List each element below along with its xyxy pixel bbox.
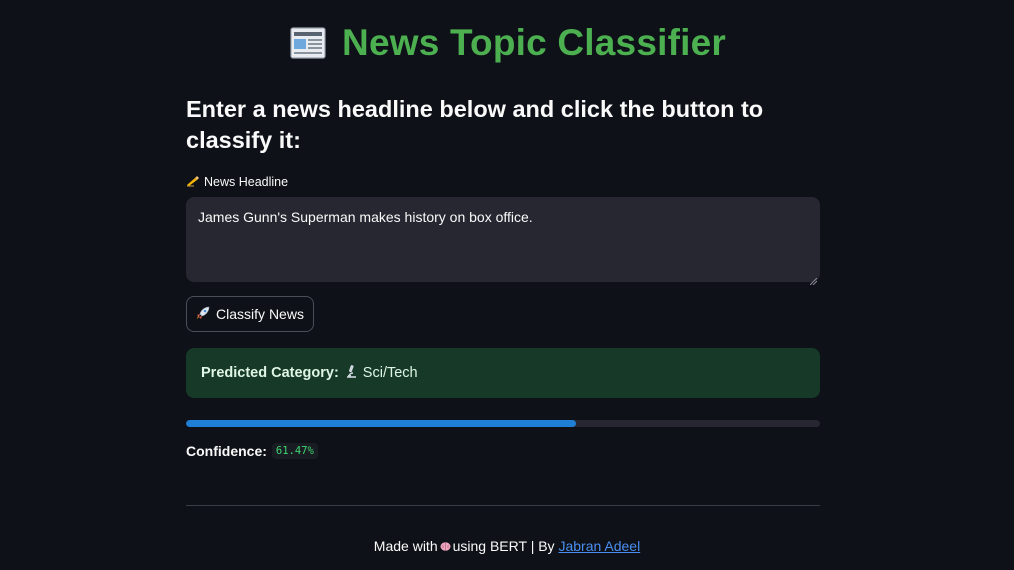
footer: Made with using BERT | By Jabran Adeel: [0, 538, 1014, 554]
page-title: News Topic Classifier: [342, 22, 726, 63]
headline-input[interactable]: James Gunn's Superman makes history on b…: [186, 197, 820, 286]
resize-grip-icon[interactable]: [809, 272, 818, 286]
author-link[interactable]: Jabran Adeel: [558, 538, 640, 554]
brain-icon: [440, 539, 451, 551]
footer-text-before: Made with: [373, 538, 438, 554]
predicted-category: Sci/Tech: [362, 365, 418, 381]
confidence-row: Confidence: 61.47%: [186, 443, 820, 459]
app-root: News Topic Classifier Enter a news headl…: [0, 0, 1014, 570]
main-content: Enter a news headline below and click th…: [186, 94, 820, 459]
headline-input-value: James Gunn's Superman makes history on b…: [198, 209, 533, 225]
confidence-progress-fill: [186, 420, 576, 427]
prediction-label: Predicted Category:: [201, 365, 339, 381]
headline-field-label: News Headline: [186, 172, 820, 192]
confidence-progress-bar: [186, 420, 820, 427]
classify-button-label: Classify News: [216, 306, 304, 322]
confidence-label: Confidence:: [186, 443, 267, 459]
page-header: News Topic Classifier: [0, 22, 1014, 64]
prediction-result-box: Predicted Category: Sci/Tech: [186, 348, 820, 398]
microscope-icon: [344, 364, 358, 383]
confidence-value: 61.47%: [271, 443, 318, 459]
newspaper-icon: [288, 23, 328, 63]
footer-text-after: using BERT | By: [452, 538, 555, 554]
headline-label-text: News Headline: [204, 175, 289, 189]
classify-news-button[interactable]: Classify News: [186, 296, 314, 332]
footer-divider: [186, 505, 820, 506]
writing-hand-icon: [186, 175, 200, 190]
rocket-icon: [196, 306, 210, 323]
instructions-heading: Enter a news headline below and click th…: [186, 96, 764, 153]
